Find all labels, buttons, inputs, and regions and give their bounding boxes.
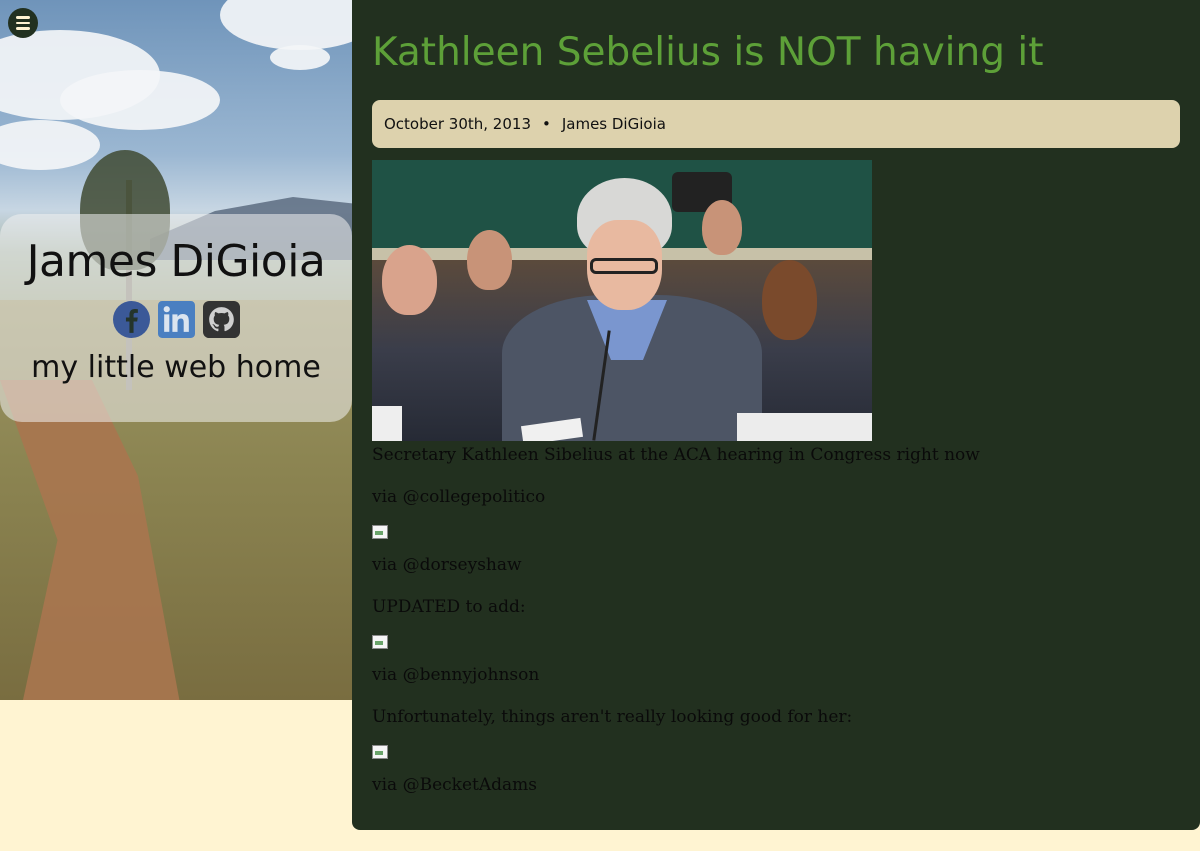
broken-image-icon xyxy=(372,635,388,651)
tagline: my little web home xyxy=(31,350,321,385)
site-name[interactable]: James DiGioia xyxy=(0,236,352,287)
via-credit: via @BecketAdams xyxy=(372,775,537,795)
via-credit: via @bennyjohnson xyxy=(372,665,540,685)
post-date: October 30th, 2013 xyxy=(384,115,531,133)
github-icon xyxy=(202,301,240,338)
hearing-photo xyxy=(372,160,872,441)
menu-button[interactable] xyxy=(8,8,38,38)
meta-separator: • xyxy=(541,115,551,133)
facebook-link[interactable] xyxy=(112,301,150,338)
facebook-icon xyxy=(112,301,150,338)
linkedin-link[interactable] xyxy=(157,301,195,338)
post-panel: Kathleen Sebelius is NOT having it Octob… xyxy=(352,0,1200,830)
social-links xyxy=(0,301,352,338)
profile-card: James DiGioia my little web home xyxy=(0,214,352,422)
broken-image-icon xyxy=(372,745,388,761)
post-body: Secretary Kathleen Sibelius at the ACA h… xyxy=(372,441,1180,799)
update-note: UPDATED to add: xyxy=(372,597,526,617)
hamburger-menu-icon xyxy=(16,16,30,19)
github-link[interactable] xyxy=(202,301,240,338)
cloud xyxy=(220,0,352,50)
post-author[interactable]: James DiGioia xyxy=(562,115,666,133)
post-title: Kathleen Sebelius is NOT having it xyxy=(372,30,1044,75)
photo-caption: Secretary Kathleen Sibelius at the ACA h… xyxy=(372,445,980,465)
linkedin-icon xyxy=(157,301,195,338)
cloud xyxy=(0,120,100,170)
via-credit: via @dorseyshaw xyxy=(372,555,522,575)
cloud xyxy=(60,70,220,130)
closing-paragraph: Unfortunately, things aren't really look… xyxy=(372,707,853,727)
broken-image-icon xyxy=(372,525,388,541)
via-credit: via @collegepolitico xyxy=(372,487,546,507)
cloud xyxy=(270,45,330,70)
post-meta: October 30th, 2013 • James DiGioia xyxy=(372,100,1180,148)
